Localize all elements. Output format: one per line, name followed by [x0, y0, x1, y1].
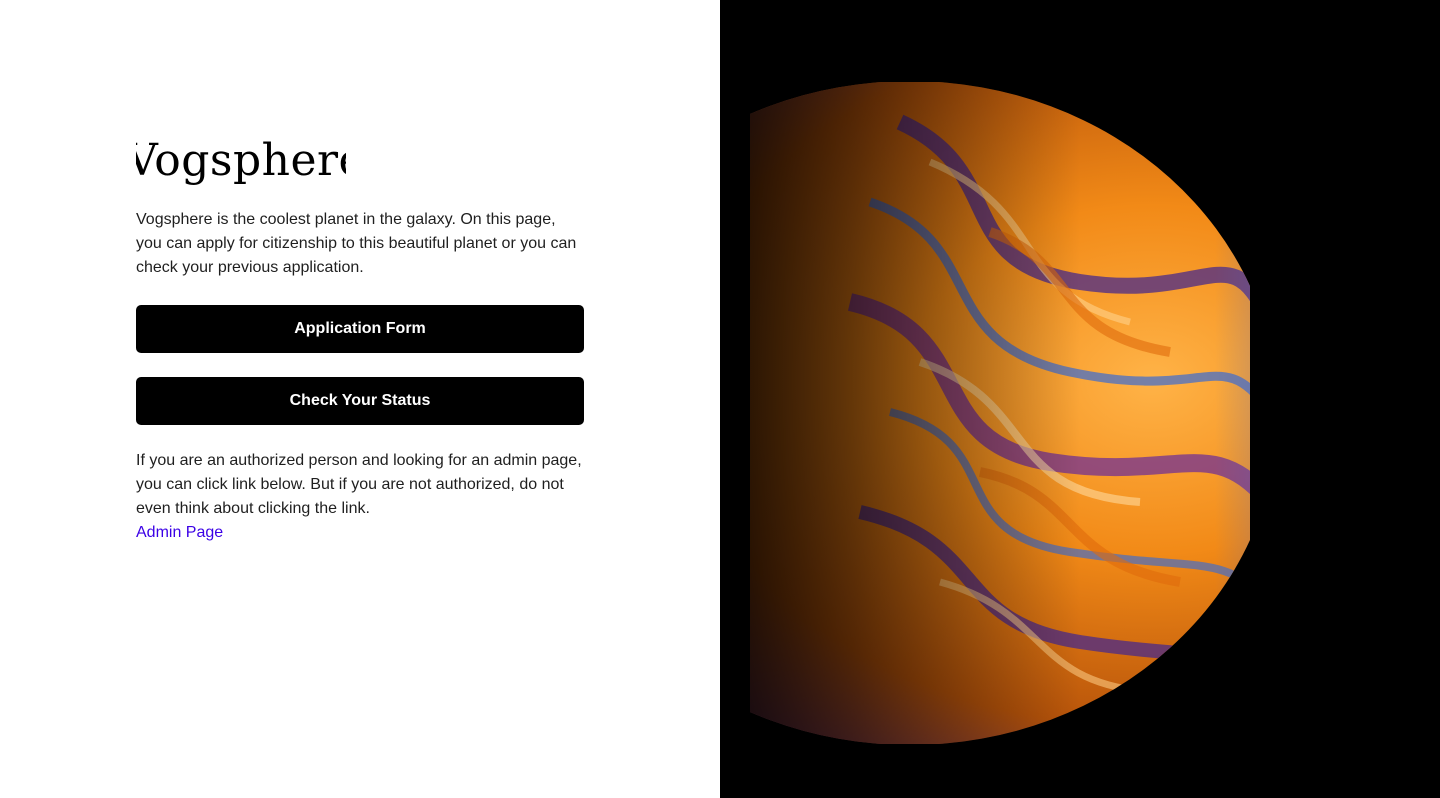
hero-image-panel — [720, 0, 1440, 798]
check-status-button[interactable]: Check Your Status — [136, 377, 584, 425]
application-form-button[interactable]: Application Form — [136, 305, 584, 353]
admin-page-link[interactable]: Admin Page — [136, 521, 223, 545]
site-logo: Vogsphere — [136, 135, 346, 186]
planet-image — [750, 82, 1250, 744]
intro-text: Vogsphere is the coolest planet in the g… — [136, 211, 577, 276]
logo-container: Vogsphere — [136, 130, 346, 192]
admin-notice-text: If you are an authorized person and look… — [136, 452, 582, 517]
left-panel: Vogsphere Vogsphere is the coolest plane… — [0, 0, 720, 798]
main-content: Vogsphere Vogsphere is the coolest plane… — [136, 130, 584, 545]
